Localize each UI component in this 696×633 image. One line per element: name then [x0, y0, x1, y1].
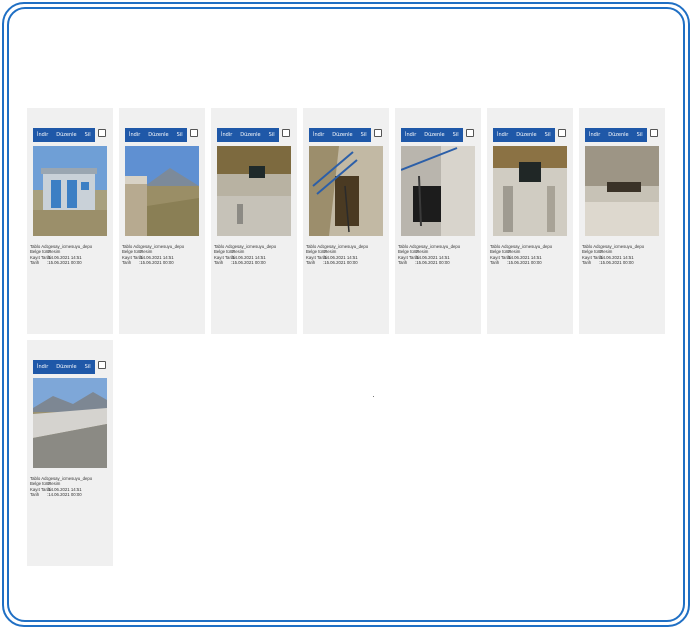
date-label: Tarih: [214, 260, 224, 266]
edit-button[interactable]: Düzenle: [604, 128, 632, 142]
card-action-bar: İndir Düzenle Sil: [309, 128, 371, 142]
edit-button[interactable]: Düzenle: [236, 128, 264, 142]
download-button[interactable]: İndir: [217, 128, 236, 142]
select-checkbox[interactable]: [466, 129, 474, 137]
card-action-bar: İndir Düzenle Sil: [401, 128, 463, 142]
document-meta: Tablo Adı:gesay_icmesuyu_depo Belge türü…: [582, 244, 664, 266]
document-meta: Tablo Adı:gesay_icmesuyu_depo Belge türü…: [30, 244, 112, 266]
date-label: Tarih: [490, 260, 500, 266]
download-button[interactable]: İndir: [309, 128, 328, 142]
date-label: Tarih: [398, 260, 408, 266]
date-label: Tarih: [582, 260, 592, 266]
date-label: Tarih: [122, 260, 132, 266]
date-value: :15.06.2021 00:00: [139, 260, 174, 266]
edit-button[interactable]: Düzenle: [52, 360, 80, 374]
download-button[interactable]: İndir: [401, 128, 420, 142]
document-grid: İndir Düzenle Sil Tablo Adı:gesay_icmesu…: [27, 108, 673, 566]
document-card-6: İndir Düzenle Sil Tablo Adı:gesay_icmesu…: [487, 108, 573, 334]
select-checkbox[interactable]: [282, 129, 290, 137]
card-action-bar: İndir Düzenle Sil: [217, 128, 279, 142]
document-card-4: İndir Düzenle Sil Tablo Adı:gesay_icmesu…: [303, 108, 389, 334]
card-action-bar: İndir Düzenle Sil: [585, 128, 647, 142]
download-button[interactable]: İndir: [33, 360, 52, 374]
select-checkbox[interactable]: [650, 129, 658, 137]
date-value: :15.06.2021 00:00: [507, 260, 542, 266]
document-photo[interactable]: [33, 146, 107, 236]
document-card-8: İndir Düzenle Sil Tablo Adı:gesay_icmesu…: [27, 340, 113, 566]
edit-button[interactable]: Düzenle: [420, 128, 448, 142]
delete-button[interactable]: Sil: [449, 128, 463, 142]
download-button[interactable]: İndir: [493, 128, 512, 142]
date-value: :15.06.2021 00:00: [47, 260, 82, 266]
date-label: Tarih: [30, 260, 40, 266]
select-checkbox[interactable]: [98, 361, 106, 369]
document-meta: Tablo Adı:gesay_icmesuyu_depo Belge türü…: [398, 244, 480, 266]
date-label: Tarih: [306, 260, 316, 266]
select-checkbox[interactable]: [98, 129, 106, 137]
delete-button[interactable]: Sil: [265, 128, 279, 142]
delete-button[interactable]: Sil: [357, 128, 371, 142]
card-action-bar: İndir Düzenle Sil: [493, 128, 555, 142]
delete-button[interactable]: Sil: [173, 128, 187, 142]
date-value: :15.06.2021 00:00: [415, 260, 450, 266]
select-checkbox[interactable]: [374, 129, 382, 137]
edit-button[interactable]: Düzenle: [52, 128, 80, 142]
delete-button[interactable]: Sil: [541, 128, 555, 142]
card-action-bar: İndir Düzenle Sil: [33, 128, 95, 142]
document-card-2: İndir Düzenle Sil Tablo Adı:gesay_icmesu…: [119, 108, 205, 334]
document-card-3: İndir Düzenle Sil Tablo Adı:gesay_icmesu…: [211, 108, 297, 334]
document-photo[interactable]: [217, 146, 291, 236]
download-button[interactable]: İndir: [125, 128, 144, 142]
delete-button[interactable]: Sil: [633, 128, 647, 142]
document-meta: Tablo Adı:gesay_icmesuyu_depo Belge türü…: [490, 244, 572, 266]
delete-button[interactable]: Sil: [81, 360, 95, 374]
delete-button[interactable]: Sil: [81, 128, 95, 142]
card-action-bar: İndir Düzenle Sil: [125, 128, 187, 142]
document-card-7: İndir Düzenle Sil Tablo Adı:gesay_icmesu…: [579, 108, 665, 334]
date-value: :15.06.2021 00:00: [323, 260, 358, 266]
select-checkbox[interactable]: [190, 129, 198, 137]
document-meta: Tablo Adı:gesay_icmesuyu_depo Belge türü…: [30, 476, 112, 498]
edit-button[interactable]: Düzenle: [328, 128, 356, 142]
edit-button[interactable]: Düzenle: [512, 128, 540, 142]
document-meta: Tablo Adı:gesay_icmesuyu_depo Belge türü…: [214, 244, 296, 266]
document-photo[interactable]: [401, 146, 475, 236]
edit-button[interactable]: Düzenle: [144, 128, 172, 142]
date-label: Tarih: [30, 492, 40, 498]
document-meta: Tablo Adı:gesay_icmesuyu_depo Belge türü…: [122, 244, 204, 266]
card-action-bar: İndir Düzenle Sil: [33, 360, 95, 374]
date-value: :15.06.2021 00:00: [599, 260, 634, 266]
download-button[interactable]: İndir: [585, 128, 604, 142]
document-photo[interactable]: [309, 146, 383, 236]
document-photo[interactable]: [33, 378, 107, 468]
document-card-1: İndir Düzenle Sil Tablo Adı:gesay_icmesu…: [27, 108, 113, 334]
stray-dot: [373, 396, 374, 397]
document-photo[interactable]: [585, 146, 659, 236]
date-value: :14.06.2021 00:00: [47, 492, 82, 498]
date-value: :15.06.2021 00:00: [231, 260, 266, 266]
document-card-5: İndir Düzenle Sil Tablo Adı:gesay_icmesu…: [395, 108, 481, 334]
download-button[interactable]: İndir: [33, 128, 52, 142]
document-photo[interactable]: [493, 146, 567, 236]
document-photo[interactable]: [125, 146, 199, 236]
document-meta: Tablo Adı:gesay_icmesuyu_depo Belge türü…: [306, 244, 388, 266]
select-checkbox[interactable]: [558, 129, 566, 137]
